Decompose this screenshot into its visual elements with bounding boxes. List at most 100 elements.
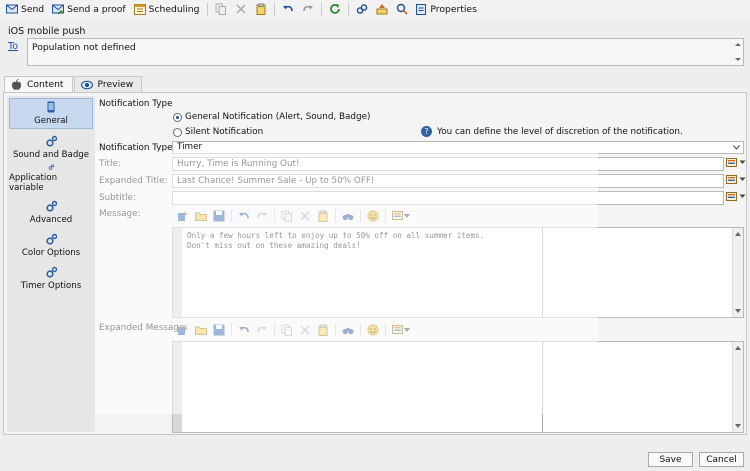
save-label: Save (659, 454, 682, 465)
toolbar-separator (335, 209, 336, 222)
save-icon[interactable] (212, 323, 226, 337)
notification-type-heading: Notification Type (99, 99, 173, 109)
refresh-icon[interactable] (328, 2, 342, 16)
cancel-button[interactable]: Cancel (699, 452, 744, 467)
apple-icon (11, 78, 22, 90)
personalization-icon[interactable] (176, 209, 190, 223)
paste-icon[interactable] (254, 2, 268, 16)
sidebar-item-advanced[interactable]: Advanced (9, 196, 93, 227)
chevron-down-icon (733, 145, 740, 150)
insert-field-menu[interactable] (391, 323, 411, 337)
scheduling-label: Scheduling (148, 3, 200, 15)
sidebar-item-timer-options[interactable]: Timer Options (9, 262, 93, 293)
open-folder-icon[interactable] (194, 323, 208, 337)
toolbar-separator (231, 323, 232, 336)
sidebar-item-sound-and-badge[interactable]: Sound and Badge (9, 131, 93, 162)
sidebar: General Sound and Badge Application vari… (7, 96, 95, 432)
message-editor[interactable]: Only a few hours left to enjoy up to 50%… (172, 227, 744, 318)
copy-icon[interactable] (280, 209, 294, 223)
radio-general-indicator (173, 112, 182, 122)
emoji-icon[interactable] (366, 323, 380, 337)
cut-icon[interactable] (298, 209, 312, 223)
scheduling-button[interactable]: Scheduling (131, 1, 203, 17)
population-field[interactable]: Population not defined (27, 38, 744, 66)
insert-field-icon (726, 192, 737, 201)
sidebar-item-application-variable[interactable]: Application variable (9, 164, 93, 195)
message-editor-toolbar (174, 207, 413, 224)
expanded-message-column-divider (542, 342, 543, 432)
chevron-down-icon (739, 160, 746, 164)
tab-bar: Content Preview (4, 76, 143, 92)
calendar-icon (133, 4, 146, 15)
properties-label: Properties (430, 3, 477, 15)
expanded-message-scrollbar[interactable] (732, 342, 743, 432)
notification-type-select[interactable]: Timer (172, 141, 744, 154)
emoji-icon[interactable] (366, 209, 380, 223)
gears-icon (46, 135, 57, 147)
properties-button[interactable]: Properties (412, 1, 479, 17)
message-text: Only a few hours left to enjoy up to 50%… (187, 231, 485, 250)
subtitle-insert-field-button[interactable] (726, 191, 746, 202)
paste-icon[interactable] (316, 209, 330, 223)
tab-preview-label: Preview (97, 79, 134, 90)
toolbar-separator (274, 323, 275, 336)
message-scrollbar[interactable] (732, 228, 743, 317)
insert-field-menu[interactable] (391, 209, 411, 223)
radio-silent-label: Silent Notification (185, 127, 264, 137)
title-input[interactable]: Hurry, Time is Running Out! (172, 157, 724, 171)
redo-icon[interactable] (301, 2, 315, 16)
copy-icon[interactable] (214, 2, 228, 16)
audit-icon[interactable] (395, 2, 409, 16)
radio-general[interactable]: General Notification (Alert, Sound, Badg… (173, 112, 370, 122)
radio-silent[interactable]: Silent Notification (173, 127, 263, 137)
copy-icon[interactable] (280, 323, 294, 337)
undo-icon[interactable] (237, 209, 251, 223)
cut-icon[interactable] (298, 323, 312, 337)
expanded-title-input[interactable]: Last Chance! Summer Sale - Up to 50% OFF… (172, 174, 724, 188)
title-value: Hurry, Time is Running Out! (177, 159, 300, 169)
find-icon[interactable] (341, 209, 355, 223)
cut-icon[interactable] (234, 2, 248, 16)
help-note: ? You can define the level of discretion… (421, 126, 683, 137)
tab-content[interactable]: Content (4, 76, 73, 92)
to-link[interactable]: To (8, 41, 18, 52)
upload-icon[interactable] (375, 2, 389, 16)
toolbar-separator (360, 209, 361, 222)
toolbar-separator (385, 323, 386, 336)
redo-icon[interactable] (255, 323, 269, 337)
sidebar-item-general[interactable]: General (9, 98, 93, 129)
expanded-message-editor[interactable] (172, 341, 744, 433)
find-icon[interactable] (341, 323, 355, 337)
help-text: You can define the level of discretion o… (437, 126, 683, 137)
undo-icon[interactable] (237, 323, 251, 337)
open-folder-icon[interactable] (194, 209, 208, 223)
personalization-icon[interactable] (176, 323, 190, 337)
chevron-down-icon (404, 327, 410, 332)
send-button[interactable]: Send (3, 1, 47, 17)
toolbar-separator (321, 2, 323, 16)
redo-icon[interactable] (255, 209, 269, 223)
paste-icon[interactable] (316, 323, 330, 337)
save-icon[interactable] (212, 209, 226, 223)
radio-general-label: General Notification (Alert, Sound, Badg… (185, 112, 371, 122)
sidebar-item-label: Sound and Badge (12, 150, 90, 160)
title-insert-field-button[interactable] (726, 157, 746, 168)
cancel-label: Cancel (706, 454, 737, 465)
population-scroll-arrows[interactable] (733, 39, 743, 65)
expanded-title-insert-field-button[interactable] (726, 174, 746, 185)
toolbar-separator (348, 2, 350, 16)
undo-icon[interactable] (281, 2, 295, 16)
send-proof-icon (52, 4, 65, 15)
expanded-message-gutter (173, 342, 182, 432)
message-label: Message: (99, 209, 141, 219)
population-text: Population not defined (32, 42, 136, 53)
save-button[interactable]: Save (648, 452, 693, 467)
gears-icon (48, 164, 55, 170)
tab-preview[interactable]: Preview (73, 76, 143, 92)
toolbar-separator (335, 323, 336, 336)
link-icon[interactable] (355, 2, 369, 16)
sidebar-item-color-options[interactable]: Color Options (9, 229, 93, 260)
help-icon: ? (421, 126, 432, 137)
send-proof-button[interactable]: Send a proof (49, 1, 129, 17)
subtitle-input[interactable] (172, 191, 724, 205)
